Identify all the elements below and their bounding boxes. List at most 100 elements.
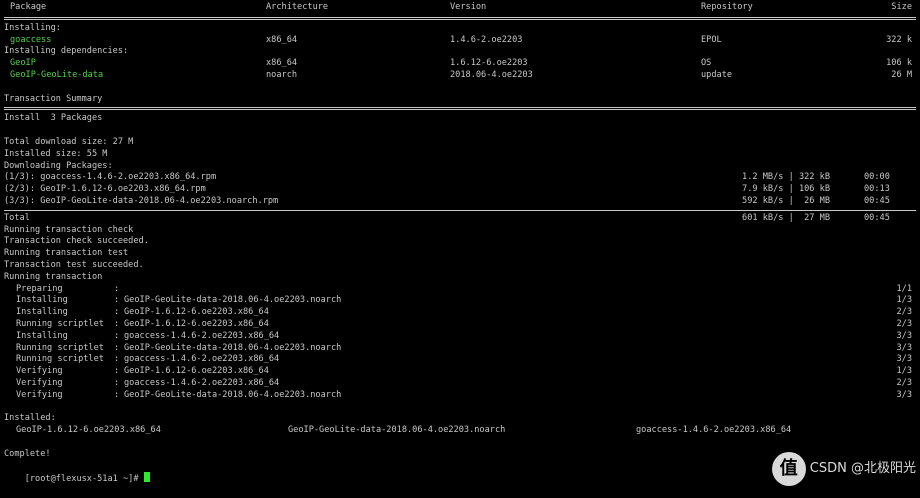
downloading-label: Downloading Packages: [4,160,113,171]
step-package: goaccess-1.4.6-2.oe2203.x86_64 [124,377,280,388]
installed-package: GeoIP-1.6.12-6.oe2203.x86_64 [16,425,161,436]
step-colon: : [114,377,120,388]
message-line: Running transaction check [4,224,134,235]
installed-package: GeoIP-GeoLite-data-2018.06-4.oe2203.noar… [288,425,506,436]
total-row: Total 601 kB/s | 27 MB 00:45 [4,213,916,225]
package-size: 322 k [886,34,912,45]
download-speed: 7.9 kB/s | 106 kB [742,184,830,195]
step-count: 3/3 [896,389,912,400]
package-version: 1.4.6-2.oe2203 [450,34,523,45]
step-action: Installing [16,295,68,306]
step-count: 3/3 [896,342,912,353]
total-download-size: Total download size: 27 M [4,136,134,147]
separator [4,209,916,211]
step-colon: : [114,318,120,329]
package-size: 26 M [891,69,912,80]
message-line: Running transaction test [4,248,129,259]
step-row: Installing : GeoIP-GeoLite-data-2018.06-… [4,295,916,307]
message-line: Transaction test succeeded. [4,259,144,270]
download-time: 00:13 [864,184,890,195]
step-action: Verifying [16,377,63,388]
step-colon: : [114,307,120,318]
watermark-text: CSDN @北极阳光 [809,461,916,477]
download-time: 00:45 [864,195,890,206]
terminal-window[interactable]: Package Architecture Version Repository … [0,0,920,491]
deps-label: Installing dependencies: [4,46,129,57]
package-version: 1.6.12-6.oe2203 [450,58,528,69]
transaction-summary: Transaction Summary [4,93,103,104]
step-row: Verifying : GeoIP-GeoLite-data-2018.06-4… [4,390,916,402]
step-action: Installing [16,307,68,318]
download-row: (3/3): GeoIP-GeoLite-data-2018.06-4.oe22… [4,196,916,208]
total-speed: 601 kB/s | 27 MB [742,212,830,223]
step-package: GeoIP-1.6.12-6.oe2203.x86_64 [124,318,269,329]
step-action: Verifying [16,389,63,400]
header-package: Package [10,2,47,12]
step-row: Installing : GeoIP-1.6.12-6.oe2203.x86_6… [4,307,916,319]
total-label: Total [4,212,30,223]
download-row: (1/3): goaccess-1.4.6-2.oe2203.x86_64.rp… [4,172,916,184]
installed-row: GeoIP-1.6.12-6.oe2203.x86_64 GeoIP-GeoLi… [4,425,916,437]
package-name: goaccess [10,34,52,45]
step-count: 1/3 [896,295,912,306]
step-action: Running scriptlet [16,318,104,329]
watermark-logo-icon: 值 [771,452,806,486]
package-arch: x86_64 [266,34,298,45]
separator [4,107,916,111]
package-repo: OS [701,58,712,69]
header-architecture: Architecture [266,2,329,12]
step-package: GeoIP-1.6.12-6.oe2203.x86_64 [124,366,269,377]
download-row: (2/3): GeoIP-1.6.12-6.oe2203.x86_64.rpm … [4,184,916,196]
step-colon: : [114,330,120,341]
step-package: GeoIP-1.6.12-6.oe2203.x86_64 [124,307,269,318]
package-version: 2018.06-4.oe2203 [450,69,533,80]
step-count: 3/3 [896,330,912,341]
step-count: 2/3 [896,307,912,318]
step-colon: : [114,342,120,353]
step-count: 1/1 [896,283,912,294]
download-speed: 592 kB/s | 26 MB [742,195,830,206]
installed-size: Installed size: 55 M [4,148,108,159]
table-header: Package Architecture Version Repository … [4,2,916,14]
step-action: Installing [16,330,68,341]
header-version: Version [450,2,487,12]
step-colon: : [114,283,120,294]
step-colon: : [114,295,120,306]
step-package: goaccess-1.4.6-2.oe2203.x86_64 [124,330,280,341]
shell-prompt: [root@flexusx-51a1 ~]# [24,474,144,485]
package-name: GeoIP [10,58,36,69]
watermark: 值 CSDN @北极阳光 [771,452,916,486]
message-line: Running transaction [4,271,103,282]
step-action: Running scriptlet [16,354,104,365]
step-action: Verifying [16,366,63,377]
header-repository: Repository [701,2,753,12]
step-count: 1/3 [896,366,912,377]
package-repo: EPOL [701,34,722,45]
step-count: 3/3 [896,354,912,365]
package-arch: x86_64 [266,58,298,69]
step-count: 2/3 [896,318,912,329]
total-time: 00:45 [864,212,890,223]
message-line: Transaction check succeeded. [4,236,149,247]
installed-package: goaccess-1.4.6-2.oe2203.x86_64 [636,425,792,436]
package-arch: noarch [266,69,298,80]
step-row: Verifying : GeoIP-1.6.12-6.oe2203.x86_64… [4,366,916,378]
download-name: (1/3): goaccess-1.4.6-2.oe2203.x86_64.rp… [4,172,217,183]
step-row: Verifying : goaccess-1.4.6-2.oe2203.x86_… [4,378,916,390]
install-count: Install 3 Packages [4,113,103,124]
step-action: Preparing [16,283,63,294]
download-name: (2/3): GeoIP-1.6.12-6.oe2203.x86_64.rpm [4,184,206,195]
separator [4,16,916,20]
installed-label: Installed: [4,413,56,424]
package-row: GeoIP x86_64 1.6.12-6.oe2203 OS 106 k [4,58,916,70]
step-package: goaccess-1.4.6-2.oe2203.x86_64 [124,354,280,365]
step-package: GeoIP-GeoLite-data-2018.06-4.oe2203.noar… [124,389,342,400]
package-size: 106 k [886,58,912,69]
step-action: Running scriptlet [16,342,104,353]
step-row: Running scriptlet : goaccess-1.4.6-2.oe2… [4,354,916,366]
step-package: GeoIP-GeoLite-data-2018.06-4.oe2203.noar… [124,295,342,306]
step-colon: : [114,354,120,365]
